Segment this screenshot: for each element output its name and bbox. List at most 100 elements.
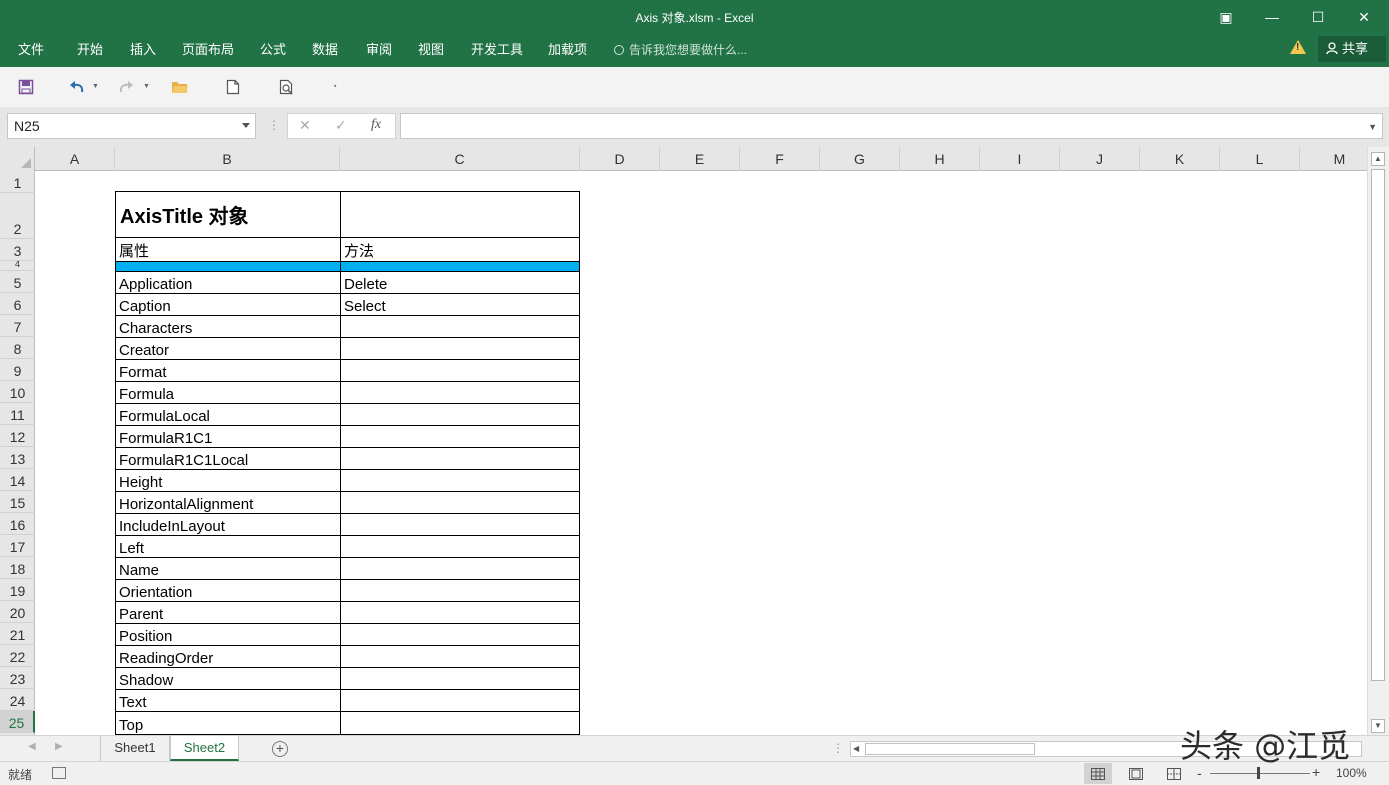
row-header[interactable]: 15 [0,491,35,513]
horizontal-scroll-thumb[interactable] [865,743,1035,755]
column-header[interactable]: L [1220,147,1300,171]
method-cell[interactable]: Select [340,293,580,316]
name-box[interactable]: N25 [7,113,256,139]
table-title-cell[interactable]: AxisTitle 对象 [115,191,341,238]
property-cell[interactable]: Format [115,359,341,382]
method-cell[interactable] [340,645,580,668]
row-header[interactable]: 8 [0,337,35,359]
property-cell[interactable]: ReadingOrder [115,645,341,668]
property-cell[interactable]: Creator [115,337,341,360]
scroll-down-icon[interactable]: ▼ [1371,719,1385,733]
property-cell[interactable]: IncludeInLayout [115,513,341,536]
method-cell[interactable] [340,491,580,514]
method-cell[interactable] [340,337,580,360]
column-header[interactable]: I [980,147,1060,171]
drag-handle-icon[interactable]: ⋮ [268,118,280,132]
property-cell[interactable]: Position [115,623,341,646]
enter-icon[interactable]: ✓ [335,117,347,134]
property-cell[interactable]: Left [115,535,341,558]
normal-view-button[interactable] [1084,763,1112,784]
property-cell[interactable]: FormulaR1C1 [115,425,341,448]
property-cell[interactable]: HorizontalAlignment [115,491,341,514]
method-cell[interactable] [340,689,580,712]
row-header[interactable]: 16 [0,513,35,535]
table-cell[interactable] [340,191,580,238]
method-cell[interactable] [340,535,580,558]
row-header[interactable]: 23 [0,667,35,689]
redo-dropdown-icon[interactable]: ▼ [143,83,150,90]
sheet-tab-active[interactable]: Sheet2 [170,736,239,761]
method-cell[interactable] [340,381,580,404]
column-header[interactable]: G [820,147,900,171]
insert-function-icon[interactable]: fx [371,117,381,133]
row-header[interactable]: 7 [0,315,35,337]
warning-icon[interactable]: ! [1290,40,1306,54]
column-header[interactable]: C [340,147,580,171]
tab-file[interactable]: 文件 [18,39,44,61]
tell-me-search[interactable]: 告诉我您想要做什么... [614,39,747,61]
tab-home[interactable]: 开始 [77,39,103,61]
method-cell[interactable] [340,425,580,448]
method-cell[interactable] [340,447,580,470]
select-all-button[interactable] [0,147,35,171]
split-handle-icon[interactable]: ⋮ [832,741,844,755]
add-sheet-icon[interactable]: + [272,741,288,757]
method-cell[interactable]: Delete [340,271,580,294]
open-folder-icon[interactable] [168,75,192,99]
tab-review[interactable]: 审阅 [366,39,392,61]
undo-dropdown-icon[interactable]: ▼ [92,83,99,90]
column-header[interactable]: E [660,147,740,171]
formula-input[interactable]: ▼ [400,113,1383,139]
row-header[interactable]: 13 [0,447,35,469]
cell-area[interactable]: AxisTitle 对象 属性 方法 Application Delete Ca… [35,171,1367,735]
column-header[interactable]: A [35,147,115,171]
tab-page-layout[interactable]: 页面布局 [182,39,234,61]
row-header[interactable]: 6 [0,293,35,315]
property-cell[interactable]: FormulaLocal [115,403,341,426]
tab-view[interactable]: 视图 [418,39,444,61]
scroll-up-icon[interactable]: ▲ [1371,152,1385,166]
chevron-down-icon[interactable] [242,123,250,128]
property-cell[interactable]: Formula [115,381,341,404]
row-header[interactable]: 14 [0,469,35,491]
row-header-selected[interactable]: 25 [0,711,35,733]
previous-sheet-icon[interactable]: ◀ [28,741,36,752]
property-cell[interactable]: FormulaR1C1Local [115,447,341,470]
row-header[interactable]: 5 [0,271,35,293]
row-header[interactable]: 24 [0,689,35,711]
scroll-left-icon[interactable]: ◀ [853,744,859,753]
method-cell[interactable] [340,667,580,690]
method-cell[interactable] [340,623,580,646]
column-header[interactable]: J [1060,147,1140,171]
property-cell[interactable]: Text [115,689,341,712]
customize-qat-icon[interactable]: ▪ [334,83,336,90]
property-header-cell[interactable]: 属性 [115,237,341,262]
save-icon[interactable] [14,75,38,99]
zoom-level[interactable]: 100% [1336,766,1367,780]
property-cell[interactable]: Orientation [115,579,341,602]
method-cell[interactable] [340,557,580,580]
redo-icon[interactable] [115,75,139,99]
column-header[interactable]: K [1140,147,1220,171]
row-header[interactable]: 11 [0,403,35,425]
row-header[interactable]: 4 [0,261,35,271]
property-cell[interactable]: Application [115,271,341,294]
row-header[interactable]: 19 [0,579,35,601]
method-cell[interactable] [340,469,580,492]
macro-record-icon[interactable] [52,767,66,779]
column-header[interactable]: B [115,147,340,171]
method-cell[interactable] [340,513,580,536]
close-button[interactable]: ✕ [1341,0,1387,34]
column-header[interactable]: D [580,147,660,171]
row-header[interactable]: 10 [0,381,35,403]
property-cell[interactable]: Top [115,711,341,735]
print-preview-icon[interactable] [275,75,299,99]
zoom-slider[interactable] [1210,773,1310,774]
new-document-icon[interactable] [221,75,245,99]
zoom-slider-thumb[interactable] [1257,767,1260,779]
tab-add-ins[interactable]: 加载项 [548,39,587,61]
property-cell[interactable]: Parent [115,601,341,624]
row-header[interactable]: 17 [0,535,35,557]
property-cell[interactable]: Name [115,557,341,580]
vertical-scroll-thumb[interactable] [1371,169,1385,681]
